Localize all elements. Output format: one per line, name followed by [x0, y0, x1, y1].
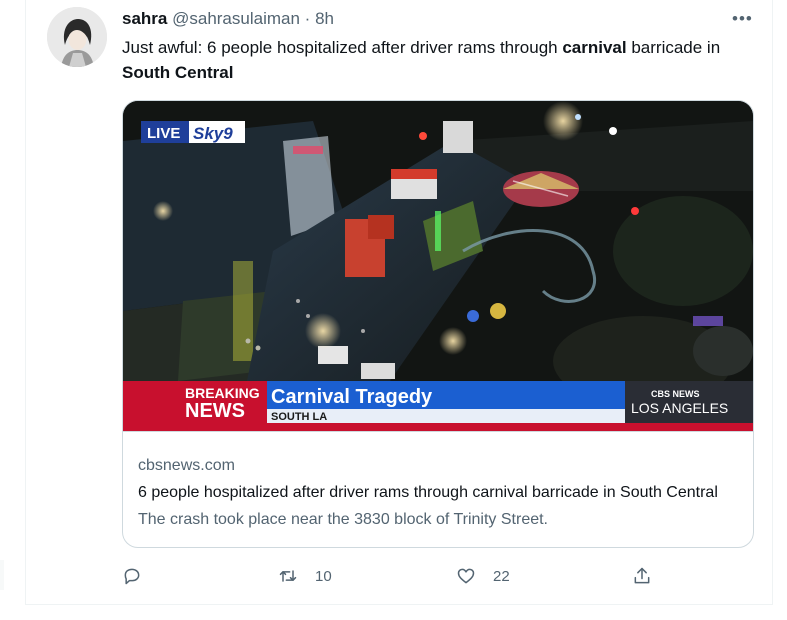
card-image[interactable]: LIVE Sky9 BREAKING NEWS Carnival Tragedy…: [123, 101, 753, 431]
headline-label: Carnival Tragedy: [271, 386, 433, 408]
live-label: LIVE: [147, 125, 180, 142]
card-description: The crash took place near the 3830 block…: [138, 511, 548, 528]
reply-button[interactable]: [122, 563, 159, 589]
retweet-count: 10: [315, 567, 332, 585]
tweet-text: Just awful: 6 people hospitalized after …: [122, 35, 722, 85]
breaking-label: BREAKING: [185, 385, 260, 401]
news-broadcast-image: LIVE Sky9 BREAKING NEWS Carnival Tragedy…: [123, 101, 753, 431]
tweet-text-bold: carnival: [562, 38, 627, 57]
retweet-button[interactable]: 10: [278, 563, 332, 589]
retweet-icon: [279, 570, 297, 582]
like-button[interactable]: 22: [456, 563, 510, 589]
breaking-news-banner: BREAKING NEWS Carnival Tragedy SOUTH LA …: [123, 381, 753, 431]
author-handle[interactable]: @sahrasulaiman: [172, 9, 300, 28]
tweet[interactable]: sahra @sahrasulaiman · 8h ••• Just awful…: [25, 0, 773, 605]
card-body[interactable]: cbsnews.com 6 people hospitalized after …: [123, 431, 753, 547]
tweet-time[interactable]: 8h: [315, 9, 334, 28]
avatar[interactable]: [47, 7, 107, 67]
network-label: CBS NEWS: [651, 389, 700, 399]
tweet-text-part: barricade in: [626, 38, 721, 57]
tweet-header: sahra @sahrasulaiman · 8h: [122, 9, 334, 29]
like-icon: [457, 568, 475, 584]
tweet-text-part: Just awful: 6 people hospitalized after …: [122, 38, 563, 57]
card-domain: cbsnews.com: [138, 457, 235, 474]
link-card[interactable]: LIVE Sky9 BREAKING NEWS Carnival Tragedy…: [122, 100, 754, 548]
tweet-text-bold: South Central: [122, 63, 234, 82]
avatar-image: [47, 7, 107, 67]
share-icon: [634, 567, 650, 584]
sky-label: Sky9: [193, 124, 233, 143]
more-options-icon[interactable]: •••: [732, 9, 753, 29]
page-edge: [0, 560, 4, 590]
card-title: 6 people hospitalized after driver rams …: [138, 484, 718, 501]
reply-icon: [124, 568, 140, 585]
share-button[interactable]: [632, 563, 652, 589]
live-sky9-logo: LIVE Sky9: [141, 121, 245, 143]
like-count: 22: [493, 567, 510, 585]
author-name[interactable]: sahra: [122, 9, 167, 28]
subline-label: SOUTH LA: [271, 411, 327, 423]
city-label: LOS ANGELES: [631, 400, 728, 416]
header-separator: ·: [304, 9, 311, 28]
news-label: NEWS: [185, 400, 245, 422]
tweet-actions: 10 22: [122, 563, 762, 589]
